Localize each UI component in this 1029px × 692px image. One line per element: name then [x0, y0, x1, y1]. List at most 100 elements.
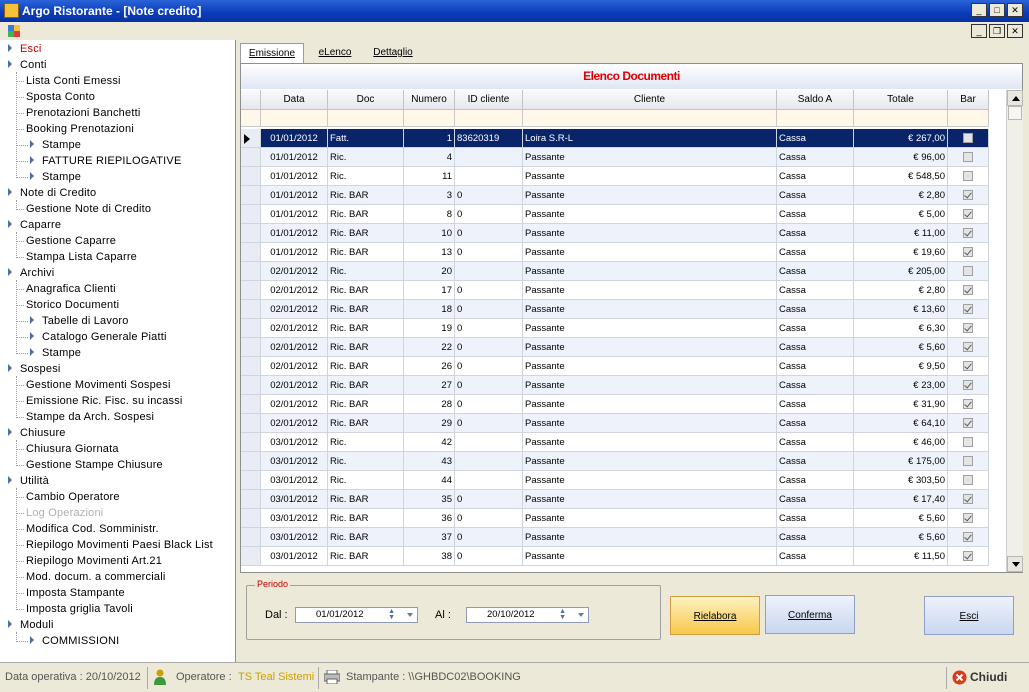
cell-id[interactable]: 0: [455, 300, 523, 319]
cell-cliente[interactable]: Passante: [523, 376, 777, 395]
cell-cliente[interactable]: Passante: [523, 490, 777, 509]
cell-numero[interactable]: 36: [404, 509, 455, 528]
column-header[interactable]: Bar: [948, 90, 989, 110]
cell-id[interactable]: 0: [455, 205, 523, 224]
cell-saldo[interactable]: Cassa: [777, 243, 854, 262]
sidebar-item[interactable]: FATTURE RIEPILOGATIVE: [30, 153, 181, 169]
sidebar-item[interactable]: Prenotazioni Banchetti: [26, 105, 140, 121]
cell-cliente[interactable]: Passante: [523, 528, 777, 547]
sidebar-item[interactable]: Stampe: [30, 345, 81, 361]
cell-saldo[interactable]: Cassa: [777, 338, 854, 357]
sidebar-item[interactable]: Emissione Ric. Fisc. su incassi: [26, 393, 183, 409]
bar-checkbox[interactable]: [963, 171, 973, 181]
cell-data[interactable]: 02/01/2012: [261, 319, 328, 338]
cell-id[interactable]: 0: [455, 224, 523, 243]
cell-doc[interactable]: Fatt.: [328, 129, 404, 148]
cell-numero[interactable]: 19: [404, 319, 455, 338]
row-indicator[interactable]: [241, 338, 261, 357]
sidebar-item[interactable]: Archivi: [8, 265, 54, 281]
cell-numero[interactable]: 44: [404, 471, 455, 490]
tree-arrow-icon[interactable]: [30, 636, 34, 645]
cell-totale[interactable]: € 2,80: [854, 281, 948, 300]
cell-totale[interactable]: € 96,00: [854, 148, 948, 167]
cell-bar[interactable]: [948, 357, 989, 376]
cell-doc[interactable]: Ric. BAR: [328, 376, 404, 395]
cell-saldo[interactable]: Cassa: [777, 281, 854, 300]
cell-numero[interactable]: 8: [404, 205, 455, 224]
row-indicator[interactable]: [241, 243, 261, 262]
cell-data[interactable]: 03/01/2012: [261, 547, 328, 566]
cell-id[interactable]: 0: [455, 395, 523, 414]
cell-saldo[interactable]: Cassa: [777, 129, 854, 148]
cell-cliente[interactable]: Passante: [523, 224, 777, 243]
sidebar-item[interactable]: Esci: [8, 41, 42, 57]
sidebar-item[interactable]: Caparre: [8, 217, 61, 233]
scroll-thumb[interactable]: [1008, 106, 1022, 120]
row-indicator[interactable]: [241, 509, 261, 528]
sidebar-item[interactable]: Stampe: [30, 137, 81, 153]
cell-id[interactable]: 0: [455, 243, 523, 262]
cell-saldo[interactable]: Cassa: [777, 471, 854, 490]
sidebar-item[interactable]: Moduli: [8, 617, 54, 633]
cell-id[interactable]: 0: [455, 528, 523, 547]
cell-doc[interactable]: Ric.: [328, 471, 404, 490]
row-indicator[interactable]: [241, 262, 261, 281]
cell-doc[interactable]: Ric. BAR: [328, 243, 404, 262]
filter-cell[interactable]: [455, 110, 523, 127]
row-indicator[interactable]: [241, 395, 261, 414]
sidebar-item[interactable]: Gestione Caparre: [26, 233, 116, 249]
row-indicator[interactable]: [241, 129, 261, 148]
cell-totale[interactable]: € 9,50: [854, 357, 948, 376]
bar-checkbox[interactable]: [963, 323, 973, 333]
cell-bar[interactable]: [948, 186, 989, 205]
cell-doc[interactable]: Ric. BAR: [328, 528, 404, 547]
cell-totale[interactable]: € 5,00: [854, 205, 948, 224]
cell-totale[interactable]: € 5,60: [854, 509, 948, 528]
row-indicator[interactable]: [241, 490, 261, 509]
cell-data[interactable]: 03/01/2012: [261, 433, 328, 452]
bar-checkbox[interactable]: [963, 304, 973, 314]
cell-id[interactable]: [455, 433, 523, 452]
cell-bar[interactable]: [948, 129, 989, 148]
cell-bar[interactable]: [948, 509, 989, 528]
tab-emissione[interactable]: Emissione: [240, 43, 304, 63]
table-row[interactable]: 03/01/2012 Ric. 42 Passante Cassa € 46,00: [241, 433, 1005, 452]
tree-arrow-icon[interactable]: [8, 220, 12, 229]
table-row[interactable]: 02/01/2012 Ric. BAR 27 0 Passante Cassa € 23,0…: [241, 376, 1005, 395]
row-indicator[interactable]: [241, 433, 261, 452]
table-row[interactable]: 01/01/2012 Ric. BAR 3 0 Passante Cassa € 2,80: [241, 186, 1005, 205]
cell-totale[interactable]: € 6,30: [854, 319, 948, 338]
cell-saldo[interactable]: Cassa: [777, 186, 854, 205]
cell-data[interactable]: 02/01/2012: [261, 376, 328, 395]
row-indicator[interactable]: [241, 167, 261, 186]
cell-doc[interactable]: Ric. BAR: [328, 395, 404, 414]
bar-checkbox[interactable]: [963, 342, 973, 352]
cell-bar[interactable]: [948, 281, 989, 300]
table-row[interactable]: 03/01/2012 Ric. BAR 38 0 Passante Cassa € 11,5…: [241, 547, 1005, 566]
column-header[interactable]: Cliente: [523, 90, 777, 110]
sidebar-item[interactable]: Gestione Note di Credito: [26, 201, 151, 217]
maximize-button[interactable]: □: [989, 3, 1005, 17]
cell-data[interactable]: 02/01/2012: [261, 414, 328, 433]
cell-numero[interactable]: 42: [404, 433, 455, 452]
cell-bar[interactable]: [948, 471, 989, 490]
row-indicator[interactable]: [241, 281, 261, 300]
row-indicator[interactable]: [241, 452, 261, 471]
cell-bar[interactable]: [948, 490, 989, 509]
sidebar-item[interactable]: Chiusure: [8, 425, 66, 441]
cell-id[interactable]: [455, 262, 523, 281]
cell-totale[interactable]: € 5,60: [854, 338, 948, 357]
cell-data[interactable]: 01/01/2012: [261, 129, 328, 148]
header-corner[interactable]: [241, 90, 261, 110]
to-date-picker[interactable]: 20/10/2012 ▲ ▼: [466, 607, 589, 623]
cell-id[interactable]: 0: [455, 186, 523, 205]
cell-saldo[interactable]: Cassa: [777, 547, 854, 566]
table-row[interactable]: 01/01/2012 Ric. 4 Passante Cassa € 96,00: [241, 148, 1005, 167]
table-row[interactable]: 02/01/2012 Ric. BAR 17 0 Passante Cassa € 2,80: [241, 281, 1005, 300]
tree-arrow-icon[interactable]: [30, 316, 34, 325]
cell-id[interactable]: 0: [455, 414, 523, 433]
cell-totale[interactable]: € 11,00: [854, 224, 948, 243]
tree-arrow-icon[interactable]: [30, 332, 34, 341]
cell-bar[interactable]: [948, 395, 989, 414]
bar-checkbox[interactable]: [963, 380, 973, 390]
